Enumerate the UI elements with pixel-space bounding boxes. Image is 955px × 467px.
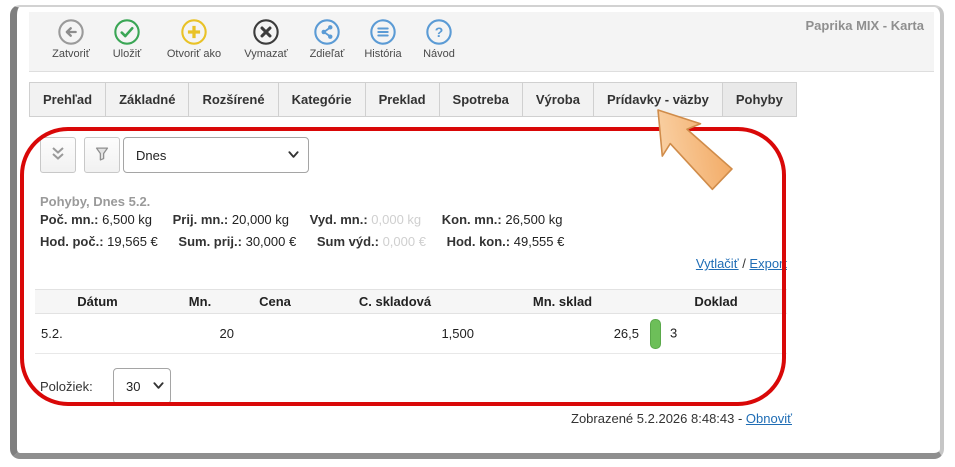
share-icon <box>313 18 341 46</box>
tab-prehlad[interactable]: Prehľad <box>29 82 106 117</box>
delete-button[interactable]: Vymazať <box>233 18 299 60</box>
svg-text:?: ? <box>435 24 444 40</box>
summary-heading: Pohyby, Dnes 5.2. <box>40 194 150 209</box>
cell-datum: 5.2. <box>35 314 160 354</box>
cell-mn-sklad: 26,5 <box>480 314 645 354</box>
metric-sum-prij: Sum. prij.: 30,000 € <box>178 234 296 249</box>
table-header-row: Dátum Mn. Cena C. skladová Mn. sklad Dok… <box>35 290 787 314</box>
x-icon <box>252 18 280 46</box>
metric-kon-mn: Kon. mn.: 26,500 kg <box>442 212 563 227</box>
tab-pohyby[interactable]: Pohyby <box>722 82 797 117</box>
metric-poc-mn: Poč. mn.: 6,500 kg <box>40 212 152 227</box>
metric-sum-vyd: Sum výd.: 0,000 € <box>317 234 426 249</box>
share-button[interactable]: Zdieľať <box>299 18 355 60</box>
col-c-skladova: C. skladová <box>310 290 480 314</box>
table-row[interactable]: 5.2. 20 1,500 26,5 3 <box>35 314 787 354</box>
tab-rozsirene[interactable]: Rozšírené <box>188 82 278 117</box>
link-separator: / <box>739 256 750 271</box>
summary-values-row: Hod. poč.: 19,565 € Sum. prij.: 30,000 €… <box>40 234 581 249</box>
toolbar-button-label: Otvoriť ako <box>167 48 221 60</box>
tab-vyroba[interactable]: Výroba <box>522 82 594 117</box>
question-icon: ? <box>425 18 453 46</box>
toolbar-button-label: Vymazať <box>244 48 287 60</box>
tab-bar: Prehľad Základné Rozšírené Kategórie Pre… <box>29 82 797 117</box>
metric-vyd-mn: Vyd. mn.: 0,000 kg <box>310 212 422 227</box>
movements-table: Dátum Mn. Cena C. skladová Mn. sklad Dok… <box>35 289 787 354</box>
items-per-page-select[interactable]: 30 <box>113 368 171 404</box>
metric-hod-poc: Hod. poč.: 19,565 € <box>40 234 158 249</box>
col-doklad: Doklad <box>645 290 787 314</box>
menu-lines-icon <box>369 18 397 46</box>
app-window: Zatvoriť Uložiť Otvoriť ako Vymazať <box>10 5 944 459</box>
double-chevron-down-icon <box>47 143 69 168</box>
status-text: Zobrazené 5.2.2026 8:48:43 - <box>571 411 746 426</box>
metric-hod-kon: Hod. kon.: 49,555 € <box>447 234 565 249</box>
export-link[interactable]: Export <box>749 256 787 271</box>
save-button[interactable]: Uložiť <box>99 18 155 60</box>
metric-prij-mn: Prij. mn.: 20,000 kg <box>173 212 289 227</box>
plus-icon <box>180 18 208 46</box>
toolbar-button-label: Zatvoriť <box>52 48 90 60</box>
tab-zakladne[interactable]: Základné <box>105 82 189 117</box>
table-actions: Vytlačiť / Export <box>40 256 787 271</box>
period-select-wrap: Dnes <box>123 137 309 173</box>
document-indicator-bar <box>650 319 661 349</box>
col-datum: Dátum <box>35 290 160 314</box>
cell-mn: 20 <box>160 314 240 354</box>
back-arrow-icon <box>57 18 85 46</box>
cell-doklad: 3 <box>645 314 787 354</box>
items-per-page-label: Položiek: <box>40 379 93 394</box>
screenshot-page: Zatvoriť Uložiť Otvoriť ako Vymazať <box>0 0 955 467</box>
toolbar-button-label: História <box>364 48 401 60</box>
close-button[interactable]: Zatvoriť <box>43 18 99 60</box>
history-button[interactable]: História <box>355 18 411 60</box>
col-mn-sklad: Mn. sklad <box>480 290 645 314</box>
check-icon <box>113 18 141 46</box>
cell-c-skladova: 1,500 <box>310 314 480 354</box>
refresh-link[interactable]: Obnoviť <box>746 411 792 426</box>
summary-quantities-row: Poč. mn.: 6,500 kg Prij. mn.: 20,000 kg … <box>40 212 579 227</box>
tab-preklad[interactable]: Preklad <box>365 82 440 117</box>
col-cena: Cena <box>240 290 310 314</box>
toolbar-button-label: Zdieľať <box>310 48 345 60</box>
tab-kategorie[interactable]: Kategórie <box>278 82 366 117</box>
print-link[interactable]: Vytlačiť <box>696 256 739 271</box>
period-select[interactable]: Dnes <box>123 137 309 173</box>
filter-button[interactable] <box>84 137 120 173</box>
toolbar-button-label: Uložiť <box>113 48 142 60</box>
open-as-button[interactable]: Otvoriť ako <box>155 18 233 60</box>
status-bar: Zobrazené 5.2.2026 8:48:43 - Obnoviť <box>40 411 792 426</box>
items-per-page-wrap: 30 <box>113 368 171 404</box>
toolbar: Zatvoriť Uložiť Otvoriť ako Vymazať <box>29 12 934 72</box>
tab-spotreba[interactable]: Spotreba <box>439 82 523 117</box>
tab-pridavky-vazby[interactable]: Prídavky - väzby <box>593 82 723 117</box>
cell-cena <box>240 314 310 354</box>
toolbar-button-label: Návod <box>423 48 455 60</box>
col-mn: Mn. <box>160 290 240 314</box>
expand-button[interactable] <box>40 137 76 173</box>
help-button[interactable]: ? Návod <box>411 18 467 60</box>
filter-funnel-icon <box>92 144 112 167</box>
window-title: Paprika MIX - Karta <box>806 18 925 33</box>
